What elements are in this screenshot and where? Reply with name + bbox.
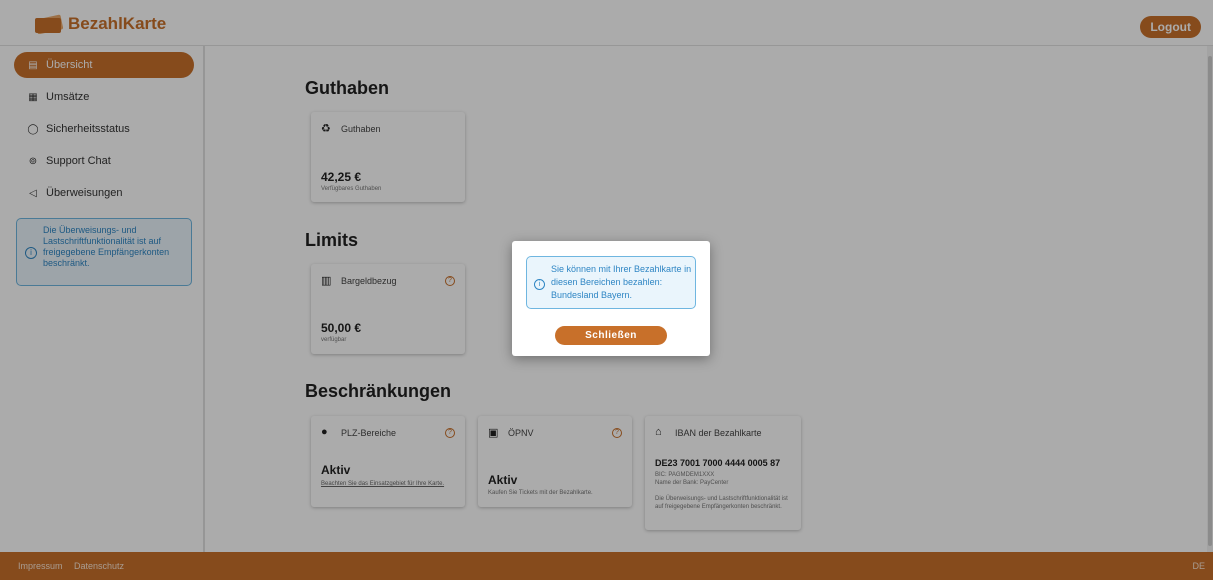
info-icon: i	[534, 279, 545, 290]
modal-backdrop[interactable]: i Sie können mit Ihrer Bezahlkarte in di…	[0, 0, 1213, 580]
dialog-message: Sie können mit Ihrer Bezahlkarte in dies…	[551, 264, 692, 300]
close-button[interactable]: Schließen	[555, 326, 667, 345]
dialog-info-box: i Sie können mit Ihrer Bezahlkarte in di…	[526, 256, 696, 309]
info-dialog: i Sie können mit Ihrer Bezahlkarte in di…	[512, 241, 710, 356]
